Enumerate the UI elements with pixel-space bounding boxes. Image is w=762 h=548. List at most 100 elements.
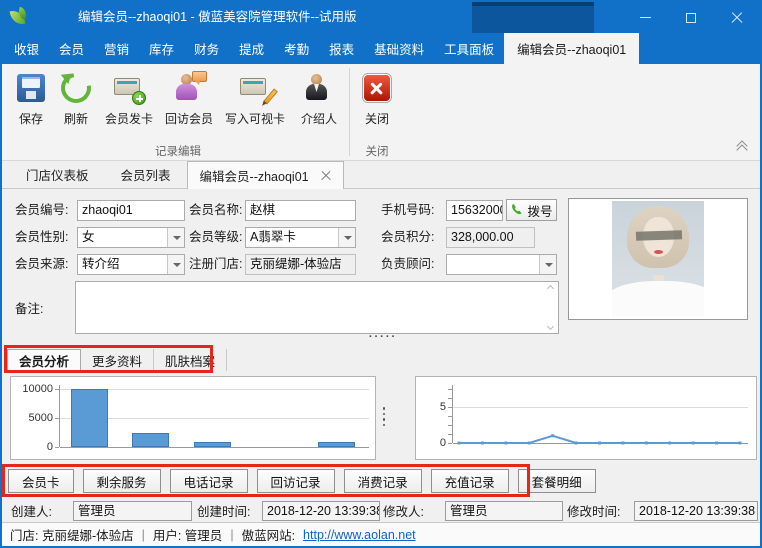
refresh-icon: [61, 73, 91, 103]
gender-select[interactable]: 女: [77, 227, 185, 248]
creator-label: 创建人:: [11, 502, 52, 522]
doc-tab-dashboard[interactable]: 门店仪表板: [10, 161, 105, 188]
status-separator: |: [230, 528, 233, 542]
combo-arrow-icon[interactable]: [539, 255, 556, 274]
visit-member-icon: [174, 73, 204, 103]
ribbon-group-separator: [349, 68, 350, 156]
visit-member-button[interactable]: 回访会员: [161, 69, 217, 141]
ribbon-group-label-record-edit: 记录编辑: [10, 143, 346, 159]
window-title: 编辑会员--zhaoqi01 - 傲蓝美容院管理软件--试用版: [78, 2, 357, 33]
close-tab-button[interactable]: 关闭: [355, 69, 399, 141]
combo-arrow-icon[interactable]: [167, 255, 184, 274]
maximize-button[interactable]: [668, 2, 714, 33]
dial-button-label: 拨号: [527, 201, 552, 220]
close-icon: [731, 12, 743, 24]
write-card-icon: [240, 73, 270, 103]
create-time-label: 创建时间:: [197, 502, 250, 522]
chevron-down-icon[interactable]: [547, 324, 555, 329]
maximize-icon: [686, 13, 696, 23]
member-id-label: 会员编号:: [15, 200, 68, 221]
reg-store-field: 克丽缇娜-体验店: [245, 254, 356, 275]
gender-label: 会员性别:: [15, 227, 68, 248]
title-bar: 编辑会员--zhaoqi01 - 傲蓝美容院管理软件--试用版: [2, 2, 760, 33]
dial-button[interactable]: 拨号: [506, 199, 557, 221]
modify-time-label: 修改时间:: [567, 502, 620, 522]
status-site-label: 傲蓝网站:: [242, 525, 295, 544]
member-id-input[interactable]: zhaoqi01: [77, 200, 185, 221]
creator-field: 管理员: [73, 501, 192, 521]
combo-arrow-icon[interactable]: [167, 228, 184, 247]
app-leaf-icon: [9, 7, 29, 27]
active-tab-highlight: [472, 2, 594, 33]
menu-item-member[interactable]: 会员: [49, 33, 94, 64]
menu-item-basic-data[interactable]: 基础资料: [364, 33, 434, 64]
phone-input[interactable]: 15632000: [446, 200, 503, 221]
menu-item-attendance[interactable]: 考勤: [274, 33, 319, 64]
advisor-select[interactable]: [446, 254, 557, 275]
menu-item-finance[interactable]: 财务: [184, 33, 229, 64]
menu-item-inventory[interactable]: 库存: [139, 33, 184, 64]
introducer-button[interactable]: 介绍人: [294, 69, 344, 141]
chevron-up-icon[interactable]: [547, 286, 555, 291]
menu-item-tools[interactable]: 工具面板: [434, 33, 504, 64]
combo-arrow-icon[interactable]: [338, 228, 355, 247]
grade-select[interactable]: A翡翠卡: [245, 227, 356, 248]
points-field: 328,000.00: [446, 227, 535, 248]
source-select[interactable]: 转介绍: [77, 254, 185, 275]
line-chart-y-axis: 05: [416, 377, 450, 459]
member-name-input[interactable]: 赵棋: [245, 200, 356, 221]
app-window: 编辑会员--zhaoqi01 - 傲蓝美容院管理软件--试用版 收银 会员 营销…: [0, 0, 762, 548]
menu-item-commission[interactable]: 提成: [229, 33, 274, 64]
save-button[interactable]: 保存: [10, 69, 52, 141]
status-separator: |: [142, 528, 145, 542]
website-link[interactable]: http://www.aolan.net: [303, 528, 416, 542]
points-label: 会员积分:: [381, 227, 434, 248]
menu-item-marketing[interactable]: 营销: [94, 33, 139, 64]
document-tab-bar: 门店仪表板 会员列表 编辑会员--zhaoqi01: [2, 161, 760, 189]
write-card-button[interactable]: 写入可视卡: [221, 69, 289, 141]
member-photo[interactable]: [612, 201, 704, 317]
trend-line-chart: 05: [415, 376, 757, 460]
annotation-red-box-record-tabs: [2, 464, 530, 497]
bar-chart-plot: [59, 385, 369, 447]
close-icon[interactable]: [321, 171, 331, 181]
close-window-button[interactable]: [714, 2, 760, 33]
doc-tab-edit-member[interactable]: 编辑会员--zhaoqi01: [187, 161, 344, 189]
modifier-label: 修改人:: [383, 502, 424, 522]
bar-chart-y-axis: 0500010000: [11, 377, 57, 459]
grade-label: 会员等级:: [189, 227, 242, 248]
ribbon-toolbar: 保存 刷新 会员发卡 回访会员 写入可视卡 介绍人 关闭 记录编辑 关闭: [2, 64, 760, 161]
source-label: 会员来源:: [15, 254, 68, 275]
ribbon-group-label-close: 关闭: [353, 143, 401, 159]
menu-item-reports[interactable]: 报表: [319, 33, 364, 64]
minimize-icon: [640, 17, 651, 18]
close-red-icon: [362, 73, 392, 103]
status-store: 门店: 克丽缇娜-体验店: [10, 525, 134, 544]
status-bar: 门店: 克丽缇娜-体验店 | 用户: 管理员 | 傲蓝网站: http://ww…: [2, 522, 760, 546]
window-controls: [622, 2, 760, 33]
member-photo-frame: [568, 198, 748, 320]
chart-splitter-handle[interactable]: [382, 407, 386, 426]
modify-time-field: 2018-12-20 13:39:38: [634, 501, 758, 521]
introducer-icon: [304, 73, 334, 103]
menu-item-cashier[interactable]: 收银: [4, 33, 49, 64]
minimize-button[interactable]: [622, 2, 668, 33]
create-time-field: 2018-12-20 13:39:38: [262, 501, 380, 521]
splitter-handle[interactable]: ·····: [354, 332, 412, 342]
member-name-label: 会员名称:: [189, 200, 242, 221]
collapse-chevron-icon[interactable]: [736, 142, 750, 154]
menu-tab-edit-member-active[interactable]: 编辑会员--zhaoqi01: [504, 33, 639, 64]
refresh-button[interactable]: 刷新: [55, 69, 97, 141]
modifier-field: 管理员: [445, 501, 563, 521]
annotation-red-box-analysis-tabs: [4, 345, 213, 373]
advisor-label: 负责顾问:: [381, 254, 434, 275]
save-icon: [16, 73, 46, 103]
phone-icon: [510, 203, 524, 217]
doc-tab-member-list[interactable]: 会员列表: [105, 161, 187, 188]
status-user: 用户: 管理员: [153, 525, 222, 544]
doc-tab-label: 编辑会员--zhaoqi01: [200, 166, 309, 185]
issue-card-button[interactable]: 会员发卡: [101, 69, 157, 141]
consumption-bar-chart: 0500010000: [10, 376, 376, 460]
remark-label: 备注:: [15, 299, 43, 320]
remark-textarea[interactable]: [75, 281, 559, 334]
